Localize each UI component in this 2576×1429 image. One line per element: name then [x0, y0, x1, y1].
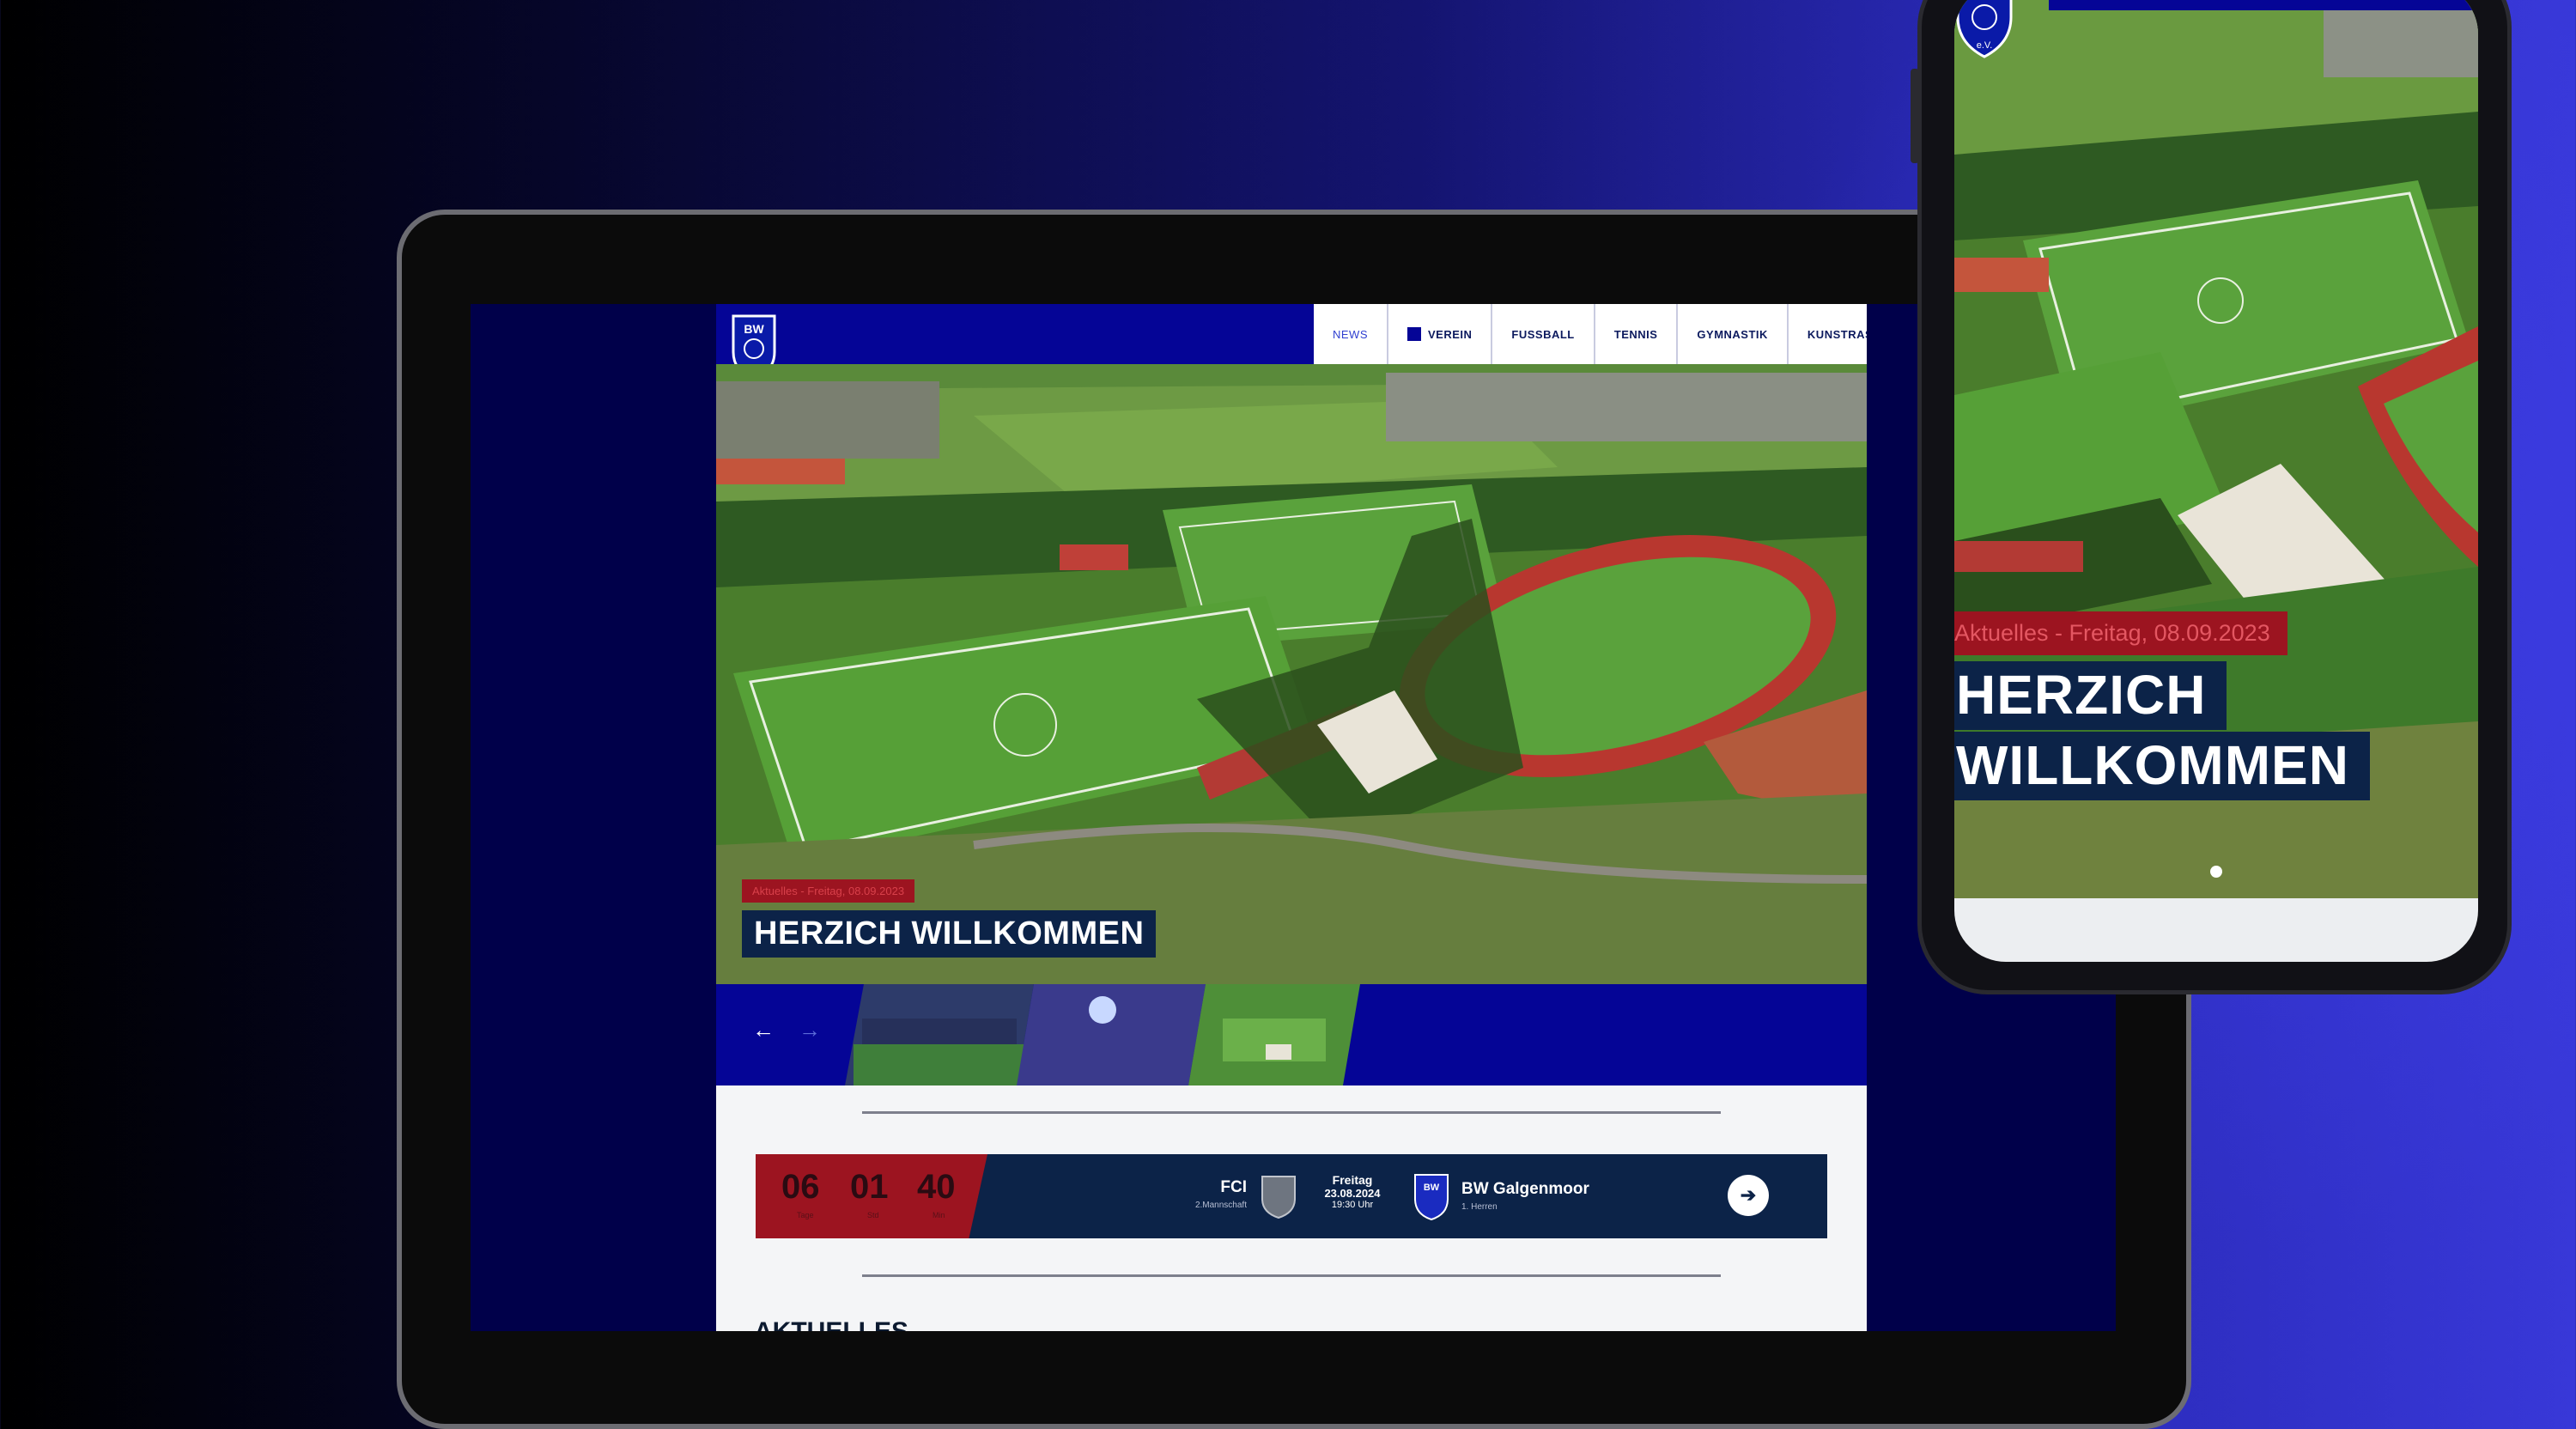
nav-label: NEWS: [1333, 327, 1368, 341]
hero-title: HERZICH WILLKOMMEN: [742, 910, 1157, 958]
match-day: Freitag: [1332, 1173, 1373, 1187]
match-time: 19:30 Uhr: [1331, 1200, 1374, 1210]
slider-thumbnails[interactable]: [845, 984, 1360, 1085]
countdown-hours-unit: Std: [867, 1211, 879, 1219]
countdown-minutes-unit: Min: [933, 1211, 945, 1219]
site-header: BW e.V. NEWS VEREIN FUSSBALL TENNIS GYMN…: [716, 304, 1867, 381]
shield-icon: [1261, 1176, 1296, 1219]
away-team-name: BW Galgenmoor: [1461, 1180, 1589, 1198]
match-date-value: 23.08.2024: [1324, 1187, 1381, 1200]
countdown-days-unit: Tage: [797, 1211, 814, 1219]
nav-item-kunstrasenplatz[interactable]: KUNSTRASENPLATZ: [1789, 304, 1867, 364]
nav-label: KUNSTRASENPLATZ: [1807, 327, 1867, 341]
nav-item-gymnastik[interactable]: GYMNASTIK: [1678, 304, 1789, 364]
countdown-days: 06: [781, 1168, 820, 1206]
slider-dot-indicator[interactable]: [2210, 866, 2222, 878]
nav-item-fussball[interactable]: FUSSBALL: [1492, 304, 1595, 364]
website: BW e.V. NEWS VEREIN FUSSBALL TENNIS GYMN…: [716, 304, 1867, 1331]
nav-label: GYMNASTIK: [1697, 327, 1768, 341]
nav-square-icon: [1407, 327, 1421, 341]
laptop-screen: BW e.V. NEWS VEREIN FUSSBALL TENNIS GYMN…: [471, 304, 2116, 1331]
match-details-button[interactable]: ➔: [1728, 1175, 1769, 1216]
countdown-hours: 01: [850, 1168, 889, 1206]
hero-date-label: Aktuelles - Freitag, 08.09.2023: [742, 879, 915, 903]
phone-hero-slider[interactable]: e.V. Aktuelles - Freitag, 08.09.2023 HER…: [1954, 0, 2478, 898]
svg-text:BW: BW: [1424, 1183, 1440, 1193]
phone-screen: e.V. Aktuelles - Freitag, 08.09.2023 HER…: [1954, 0, 2478, 962]
arrow-right-icon[interactable]: →: [799, 1017, 821, 1043]
arrow-left-icon[interactable]: ←: [752, 1017, 775, 1043]
phone-club-logo[interactable]: e.V.: [1954, 0, 2014, 60]
next-match-card[interactable]: 06 Tage 01 Std 40 Min FCI 2.Mannschaft F…: [756, 1154, 1827, 1238]
main-nav: NEWS VEREIN FUSSBALL TENNIS GYMNASTIK KU…: [1314, 304, 1867, 364]
home-team-name: FCI: [1220, 1178, 1247, 1196]
match-date: Freitag 23.08.2024 19:30 Uhr: [1305, 1173, 1400, 1210]
nav-item-verein[interactable]: VEREIN: [1388, 304, 1493, 364]
nav-label: VEREIN: [1428, 327, 1473, 341]
news-section-heading: AKTUELLES: [754, 1317, 908, 1331]
nav-item-tennis[interactable]: TENNIS: [1595, 304, 1679, 364]
phone-hero-title-line2: WILLKOMMEN: [1954, 732, 2370, 800]
away-team-sub: 1. Herren: [1461, 1202, 1498, 1212]
phone-hero-date-label: Aktuelles - Freitag, 08.09.2023: [1954, 611, 2287, 655]
slider-thumbnail-bar: ← →: [716, 984, 1867, 1085]
content-section: 06 Tage 01 Std 40 Min FCI 2.Mannschaft F…: [716, 1085, 1867, 1331]
nav-item-news[interactable]: NEWS: [1314, 304, 1388, 364]
phone-hero-title-line1: HERZICH: [1954, 661, 2227, 730]
phone-logo-text: e.V.: [1977, 40, 1993, 51]
nav-label: TENNIS: [1613, 327, 1658, 341]
nav-label: FUSSBALL: [1511, 327, 1575, 341]
club-badge-icon: BW: [1414, 1174, 1449, 1221]
hero-slider[interactable]: Aktuelles - Freitag, 08.09.2023 HERZICH …: [716, 364, 1867, 984]
divider: [862, 1274, 1721, 1277]
divider: [862, 1111, 1721, 1114]
countdown-minutes: 40: [917, 1168, 956, 1206]
phone-header-bar: [2049, 0, 2478, 10]
home-team-sub: 2.Mannschaft: [1194, 1201, 1247, 1210]
svg-text:BW: BW: [744, 322, 764, 336]
